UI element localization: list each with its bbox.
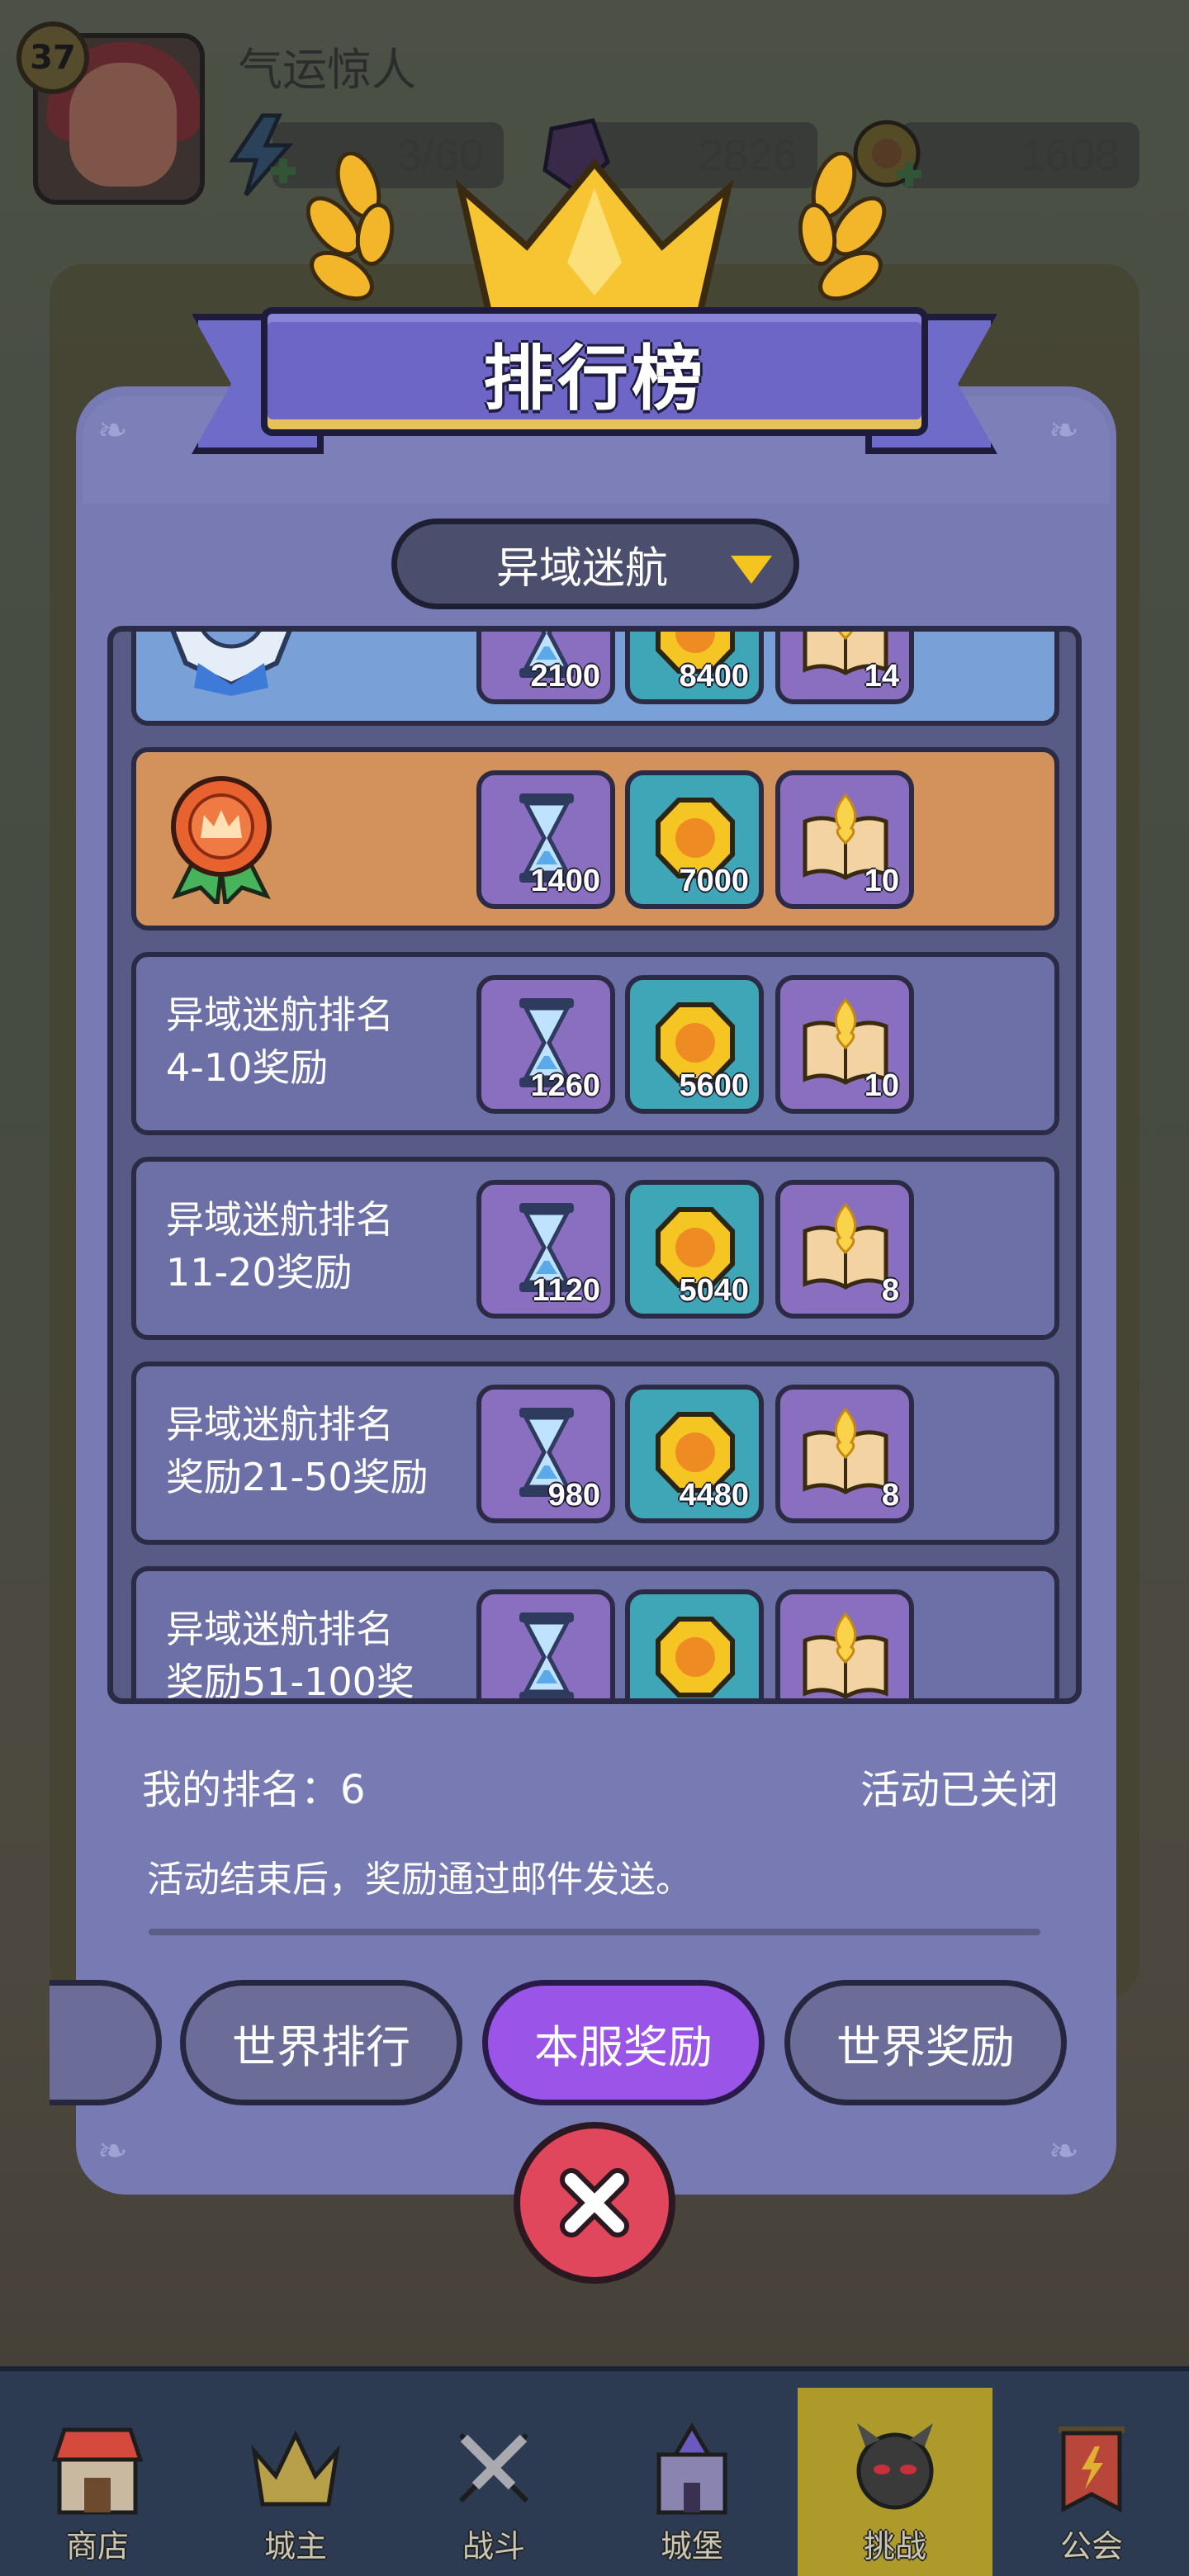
- reward-item[interactable]: 8: [775, 1385, 914, 1523]
- nav-item[interactable]: 公会: [994, 2388, 1189, 2576]
- reward-quantity: 10: [864, 864, 899, 898]
- reward-quantity: 5600: [679, 1068, 749, 1103]
- reward-row: 异域迷航排名 11-20奖励 1120 5040 8: [131, 1157, 1059, 1340]
- nav-label: 商店: [65, 2528, 129, 2564]
- reward-quantity: 4480: [679, 1478, 749, 1513]
- reward-quantity: 2100: [530, 659, 600, 694]
- bottom-nav: 商店 城主 战斗 城堡 挑战 公会: [0, 2366, 1189, 2576]
- row-label: 异域迷航排名 4-10奖励: [166, 988, 438, 1094]
- reward-quantity: 14: [864, 659, 899, 694]
- reward-item[interactable]: [476, 1589, 615, 1698]
- reward-item[interactable]: 14: [775, 632, 914, 704]
- reward-item[interactable]: 1260: [476, 975, 615, 1114]
- reward-item[interactable]: [625, 1589, 764, 1698]
- nav-item[interactable]: 城堡: [594, 2388, 789, 2576]
- reward-row: 1400 7000 10: [131, 747, 1059, 930]
- reward-item[interactable]: 8: [775, 1180, 914, 1319]
- shop-icon: [48, 2418, 147, 2517]
- reward-quantity: 7000: [679, 864, 749, 898]
- reward-item[interactable]: 2100: [476, 632, 615, 704]
- row-label-line: 异域迷航排名: [166, 992, 394, 1037]
- nav-item[interactable]: 挑战: [798, 2388, 992, 2576]
- reward-item[interactable]: 4480: [625, 1385, 764, 1523]
- tab-world-ranking[interactable]: 世界排行: [180, 1980, 462, 2105]
- corner-ornament-icon: ❧: [97, 410, 128, 452]
- nav-label: 公会: [1059, 2528, 1123, 2564]
- divider: [149, 1929, 1040, 1935]
- reward-row: 异域迷航排名 奖励21-50奖励 980 4480 8: [131, 1361, 1059, 1545]
- reward-row: 异域迷航排名 4-10奖励 1260 5600 10: [131, 952, 1059, 1135]
- mail-note-text: 活动结束后，奖励通过邮件发送。: [147, 1859, 692, 1901]
- close-icon: [560, 2168, 629, 2237]
- corner-ornament-icon: ❧: [1049, 2130, 1079, 2172]
- row-label: 异域迷航排名 11-20奖励: [166, 1193, 438, 1299]
- row-label-line: 4-10奖励: [166, 1045, 329, 1090]
- reward-quantity: 1120: [532, 1273, 600, 1308]
- reward-quantity: 8: [881, 1273, 899, 1308]
- guild-banner-icon: [1042, 2418, 1141, 2517]
- nav-item[interactable]: 城主: [198, 2388, 393, 2576]
- row-label-line: 异域迷航排名: [166, 1402, 394, 1447]
- reward-item[interactable]: 10: [775, 770, 914, 909]
- silver-medal-icon: [170, 632, 292, 696]
- reward-item[interactable]: 980: [476, 1385, 615, 1523]
- event-status-text: 活动已关闭: [860, 1767, 1059, 1813]
- event-select-dropdown[interactable]: 异域迷航: [391, 519, 799, 609]
- nav-item[interactable]: 商店: [0, 2388, 195, 2576]
- crown-icon: [246, 2418, 345, 2517]
- reward-item[interactable]: 7000: [625, 770, 764, 909]
- reward-item[interactable]: [775, 1589, 914, 1698]
- reward-quantity: 1400: [530, 864, 600, 898]
- row-label-line: 奖励21-50奖励: [166, 1455, 429, 1499]
- reward-quantity: 980: [547, 1478, 600, 1513]
- row-label: 异域迷航排名 奖励21-50奖励: [166, 1398, 438, 1503]
- nav-label: 挑战: [863, 2528, 926, 2564]
- modal-title: 排行榜: [483, 337, 706, 420]
- row-label-line: 11-20奖励: [166, 1250, 353, 1295]
- reward-item[interactable]: 1400: [476, 770, 615, 909]
- reward-item[interactable]: 5040: [625, 1180, 764, 1319]
- tab-label: 世界奖励: [836, 2020, 1015, 2073]
- reward-item[interactable]: 5600: [625, 975, 764, 1114]
- bronze-medal-icon: [171, 776, 272, 904]
- demon-mask-icon: [846, 2418, 945, 2517]
- reward-item[interactable]: 10: [775, 975, 914, 1114]
- row-label-line: 奖励51-100奖: [166, 1660, 414, 1704]
- nav-label: 城堡: [660, 2528, 723, 2564]
- tab-label: 本服奖励: [534, 2020, 713, 2073]
- laurel-left-icon: [306, 152, 395, 301]
- reward-quantity: 8: [881, 1478, 899, 1513]
- dropdown-arrow-icon: [731, 556, 772, 584]
- row-label-line: 异域迷航排名: [166, 1607, 394, 1651]
- reward-quantity: 10: [864, 1068, 899, 1103]
- row-label: 异域迷航排名 奖励51-100奖: [166, 1603, 438, 1704]
- title-banner: 排行榜: [261, 307, 928, 436]
- row-label-line: 异域迷航排名: [166, 1197, 394, 1242]
- nav-item[interactable]: 战斗: [396, 2388, 591, 2576]
- dropdown-value: 异域迷航: [496, 543, 669, 594]
- my-rank-text: 我的排名：6: [142, 1767, 366, 1813]
- castle-icon: [642, 2418, 741, 2517]
- crossed-swords-icon: [444, 2418, 543, 2517]
- tab-world-rewards[interactable]: 世界奖励: [784, 1980, 1067, 2105]
- corner-ornament-icon: ❧: [97, 2130, 128, 2172]
- reward-quantity: 5040: [679, 1273, 749, 1308]
- reward-item[interactable]: 8400: [625, 632, 764, 704]
- reward-row: 异域迷航排名 奖励51-100奖: [131, 1566, 1059, 1704]
- reward-item[interactable]: 1120: [476, 1180, 615, 1319]
- tab-label: 世界排行: [232, 2020, 410, 2073]
- nav-label: 城主: [263, 2528, 327, 2564]
- laurel-right-icon: [798, 152, 887, 301]
- reward-quantity: 1260: [530, 1068, 600, 1103]
- reward-list[interactable]: 2100 8400 14 1400 7000 10 异域迷航排名 4-10奖励 1260 5600…: [107, 626, 1082, 1704]
- reward-row: 2100 8400 14: [131, 632, 1059, 726]
- crown-icon: [455, 158, 734, 315]
- corner-ornament-icon: ❧: [1049, 410, 1079, 452]
- reward-quantity: 8400: [679, 659, 749, 694]
- close-button[interactable]: [514, 2122, 675, 2284]
- nav-label: 战斗: [462, 2528, 525, 2564]
- tab-server-rewards[interactable]: 本服奖励: [482, 1980, 765, 2105]
